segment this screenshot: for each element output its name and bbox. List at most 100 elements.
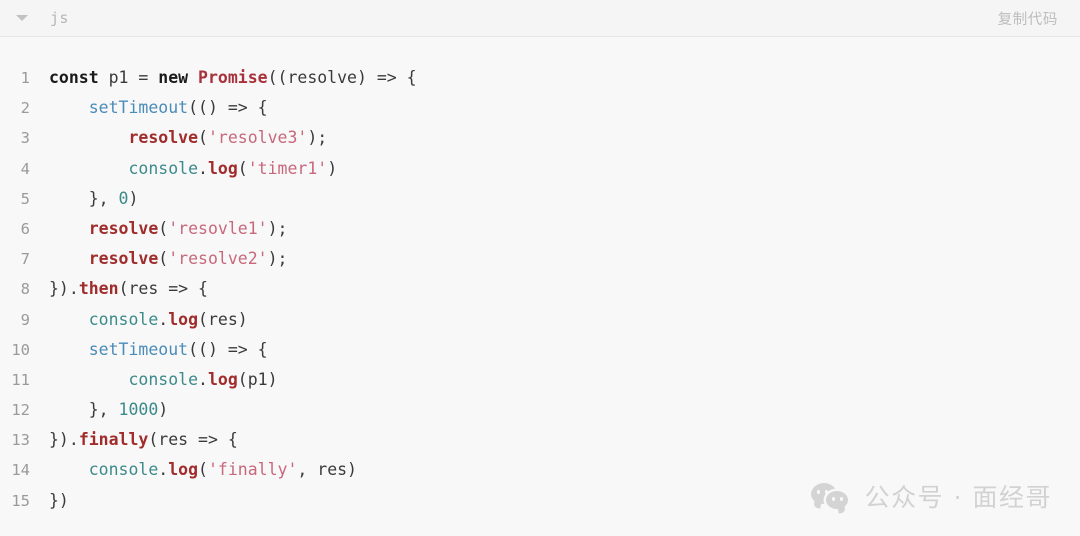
line-number: 13 (11, 431, 30, 450)
code-token: (() => { (188, 98, 268, 118)
line-number: 12 (11, 401, 30, 420)
code-token: }). (49, 279, 79, 299)
line-content: }, 1000) (49, 395, 169, 425)
line-content: resolve('resolve2'); (49, 244, 288, 274)
line-number: 8 (20, 280, 30, 299)
line-number: 10 (11, 340, 30, 359)
code-block-header: js 复制代码 (0, 0, 1080, 37)
line-number: 2 (20, 99, 30, 118)
line-number: 11 (11, 370, 30, 389)
code-token: console (88, 309, 159, 329)
code-token: setTimeout (88, 339, 189, 359)
code-token: finally (78, 430, 149, 450)
code-token: ( (237, 158, 248, 178)
chevron-down-icon[interactable] (16, 15, 28, 21)
code-token: then (78, 279, 119, 299)
code-token: 'resovle1' (168, 218, 268, 238)
code-token: 'finally' (207, 460, 298, 480)
code-token: setTimeout (88, 98, 189, 118)
line-number: 14 (11, 461, 30, 480)
line-content: setTimeout(() => { (49, 93, 268, 123)
code-line: 12 }, 1000) (0, 395, 1080, 425)
code-line: 1 const p1 = new Promise((resolve) => { (0, 63, 1080, 93)
watermark-text: 公众号 · 面经哥 (864, 483, 1052, 512)
language-label: js (50, 9, 69, 27)
code-token: ( (158, 249, 169, 269)
line-content: const p1 = new Promise((resolve) => { (49, 63, 417, 93)
code-token: 'resolve2' (168, 249, 268, 269)
code-token: console (128, 369, 199, 389)
code-token: console (128, 158, 199, 178)
copy-code-button[interactable]: 复制代码 (998, 8, 1058, 29)
code-token: (res) (198, 309, 248, 329)
code-token: log (168, 460, 199, 480)
code-line: 3 resolve('resolve3'); (0, 123, 1080, 153)
wechat-icon (810, 481, 853, 511)
code-token: ); (307, 128, 328, 148)
code-token: log (207, 158, 238, 178)
code-token: ) (128, 188, 139, 208)
code-token: 'resolve3' (207, 128, 308, 148)
watermark: 公众号 · 面经哥 (810, 478, 1052, 514)
code-lines: 1 const p1 = new Promise((resolve) => {2 … (0, 63, 1080, 516)
line-number: 9 (20, 310, 30, 329)
code-token: ( (158, 218, 169, 238)
code-token: resolve (88, 218, 159, 238)
line-content: setTimeout(() => { (49, 335, 268, 365)
code-token: . (158, 309, 169, 329)
code-token: Promise (198, 68, 268, 87)
code-token: ); (267, 249, 288, 269)
code-token: }) (49, 490, 69, 510)
code-token: . (198, 369, 208, 389)
line-number: 4 (20, 159, 30, 178)
line-number: 3 (20, 129, 30, 148)
line-content: resolve('resovle1'); (49, 214, 288, 244)
line-content: resolve('resolve3'); (49, 123, 327, 153)
code-token: 1000 (118, 400, 159, 420)
code-token: , res) (297, 460, 357, 480)
code-token: ); (267, 218, 288, 238)
code-line: 7 resolve('resolve2'); (0, 244, 1080, 274)
code-area[interactable]: 1 const p1 = new Promise((resolve) => {2 … (0, 38, 1080, 536)
line-content: console.log(res) (49, 305, 248, 335)
code-token: resolve (128, 128, 199, 148)
code-line: 8}).then(res => { (0, 274, 1080, 304)
line-content: }) (49, 486, 69, 516)
code-token: 'timer1' (247, 158, 328, 178)
code-line: 11 console.log(p1) (0, 365, 1080, 395)
line-number: 1 (20, 69, 30, 87)
code-line: 2 setTimeout(() => { (0, 93, 1080, 123)
code-token: ((resolve) => { (267, 68, 417, 87)
code-token: ( (198, 460, 208, 480)
line-number: 5 (20, 189, 30, 208)
code-token: . (158, 460, 169, 480)
code-token: const (49, 68, 99, 87)
code-line: 13 }).finally(res => { (0, 425, 1080, 455)
line-content: console.log(p1) (49, 365, 278, 395)
code-line: 4 console.log('timer1') (0, 154, 1080, 184)
line-content: }).finally(res => { (49, 425, 238, 455)
code-token: (p1) (237, 369, 278, 389)
code-token: p1 = (98, 68, 159, 87)
line-number: 15 (11, 491, 30, 510)
code-token: console (88, 460, 159, 480)
code-token: resolve (88, 249, 159, 269)
code-line: 9 console.log(res) (0, 305, 1080, 335)
code-line: 6 resolve('resovle1'); (0, 214, 1080, 244)
code-token: ( (198, 128, 208, 148)
code-token: log (207, 369, 238, 389)
code-token: }). (49, 430, 79, 450)
code-token: 0 (118, 188, 129, 208)
code-token: }, (49, 188, 119, 208)
code-token: }, (49, 400, 119, 420)
code-token: . (198, 158, 208, 178)
code-token: (res => { (118, 279, 208, 299)
line-content: }).then(res => { (49, 274, 208, 304)
code-token: ) (158, 400, 169, 420)
